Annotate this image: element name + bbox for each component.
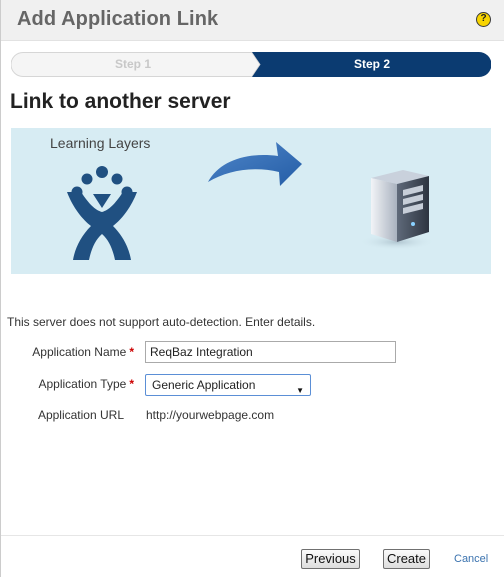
application-type-select[interactable]: Generic Application ▼ (145, 374, 311, 396)
previous-button[interactable]: Previous (301, 549, 360, 569)
step-2-label: Step 2 (354, 57, 391, 71)
atlassian-logo-icon (67, 166, 137, 260)
step-progress-tracker: Step 1 Step 2 (11, 52, 491, 77)
add-application-link-dialog: Add Application Link ? Step 1 Step 2 Lin… (0, 0, 504, 577)
application-url-label: Application URL (37, 408, 124, 422)
question-circle-icon[interactable]: ? (476, 12, 491, 27)
application-name-input[interactable] (145, 341, 396, 363)
dialog-footer: Previous Create Cancel (1, 535, 504, 577)
application-type-label: Application Type * (38, 377, 134, 391)
dialog-header: Add Application Link ? (1, 0, 504, 41)
server-icon (359, 170, 435, 250)
application-type-value: Generic Application (152, 378, 256, 392)
curved-arrow-right-icon (208, 142, 302, 186)
progress-bar-shape (11, 52, 491, 77)
cancel-link[interactable]: Cancel (454, 553, 488, 565)
application-name-label: Application Name * (32, 345, 134, 359)
required-marker: * (129, 377, 134, 391)
dialog-title: Add Application Link (17, 8, 219, 30)
page-heading: Link to another server (10, 90, 231, 113)
chevron-down-icon: ▼ (296, 386, 304, 395)
step-1-label: Step 1 (115, 57, 152, 71)
application-name-label-text: Application Name (32, 345, 127, 359)
source-application-label: Learning Layers (50, 135, 151, 151)
application-url-value: http://yourwebpage.com (146, 408, 275, 422)
create-button[interactable]: Create (383, 549, 430, 569)
auto-detection-notice: This server does not support auto-detect… (7, 315, 316, 329)
link-illustration-banner: Learning Layers (11, 128, 491, 274)
application-type-label-text: Application Type (38, 377, 127, 391)
required-marker: * (129, 345, 134, 359)
